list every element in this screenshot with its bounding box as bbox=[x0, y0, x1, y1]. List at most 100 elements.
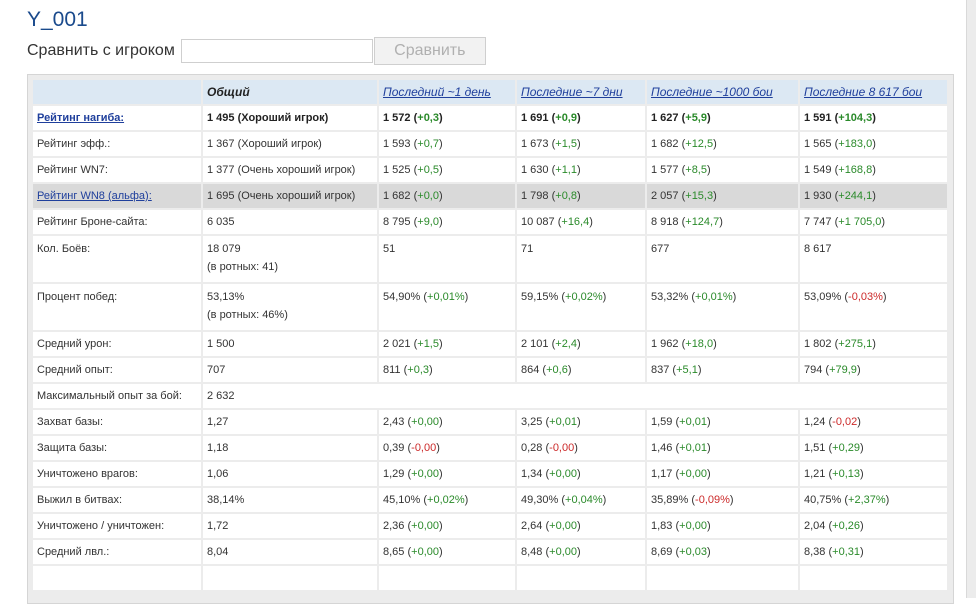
cell-value: 1 930 bbox=[804, 190, 832, 202]
cell-k1000: 1 962 (+18,0) bbox=[645, 330, 800, 358]
row-label-link[interactable]: Рейтинг нагиба: bbox=[37, 112, 124, 124]
cell-value: 38,14% bbox=[207, 494, 245, 506]
cell-value: 59,15% bbox=[521, 291, 559, 303]
cell-delta: +0,7 bbox=[417, 138, 439, 150]
cell-value: 1,34 bbox=[521, 468, 543, 480]
empty-cell bbox=[377, 564, 517, 592]
cell-delta: +0,01% bbox=[427, 291, 465, 303]
cell-day: 1 525 (+0,5) bbox=[377, 156, 517, 184]
cell-k1000: 2 057 (+15,3) bbox=[645, 182, 800, 210]
cell-delta: +183,0 bbox=[838, 138, 873, 150]
cell-value: 1,27 bbox=[207, 416, 229, 428]
cell-k1000: 1,17 (+0,00) bbox=[645, 460, 800, 488]
header-label-col bbox=[31, 78, 203, 106]
cell-value: 2 021 bbox=[383, 338, 411, 350]
cell-delta: -0,02 bbox=[832, 416, 858, 428]
cell-value: 10 087 bbox=[521, 216, 555, 228]
cell-all: 8,38 (+0,31) bbox=[798, 538, 949, 566]
cell-overall: 8,04 bbox=[201, 538, 379, 566]
cell-k1000: 1 682 (+12,5) bbox=[645, 130, 800, 158]
cell-value: 837 bbox=[651, 364, 670, 376]
cell-all: 1 930 (+244,1) bbox=[798, 182, 949, 210]
row-label: Защита базы: bbox=[31, 434, 203, 462]
cell-value: 1 549 bbox=[804, 164, 832, 176]
cell-all: 1,24 (-0,02) bbox=[798, 408, 949, 436]
row-label: Уничтожено врагов: bbox=[31, 460, 203, 488]
cell-day: 2,36 (+0,00) bbox=[377, 512, 517, 540]
cell-value: 8,48 bbox=[521, 546, 543, 558]
cell-k1000: 1,83 (+0,00) bbox=[645, 512, 800, 540]
cell-value: 1,29 bbox=[383, 468, 405, 480]
cell-overall: 1 695 (Очень хороший игрок) bbox=[201, 182, 379, 210]
cell-overall: 2 632 bbox=[201, 382, 949, 410]
compare-player-input[interactable] bbox=[180, 39, 373, 63]
table-row: Рейтинг нагиба: 1 495 (Хороший игрок) 1 57… bbox=[31, 104, 949, 132]
cell-value: 8 795 bbox=[383, 216, 411, 228]
cell-value: 1 682 bbox=[651, 138, 679, 150]
cell-week: 8,48 (+0,00) bbox=[515, 538, 647, 566]
table-row: Захват базы: 1,27 2,43 (+0,00) 3,25 (+0,01)… bbox=[31, 408, 949, 436]
cell-value: 8,69 bbox=[651, 546, 673, 558]
compare-button[interactable]: Сравнить bbox=[373, 37, 486, 65]
cell-week: 1 673 (+1,5) bbox=[515, 130, 647, 158]
cell-day: 1 593 (+0,7) bbox=[377, 130, 517, 158]
cell-value: 707 bbox=[207, 364, 226, 376]
cell-all: 1,21 (+0,13) bbox=[798, 460, 949, 488]
cell-value: 2,04 bbox=[804, 520, 826, 532]
cell-delta: +0,01 bbox=[549, 416, 577, 428]
cell-delta: +104,3 bbox=[838, 112, 873, 124]
header-1000-link[interactable]: Последние ~1000 бои bbox=[651, 85, 773, 99]
header-week-link[interactable]: Последние ~7 дни bbox=[521, 85, 623, 99]
cell-all: 8 617 bbox=[798, 234, 949, 284]
row-label: Процент побед: bbox=[31, 282, 203, 332]
header-1000: Последние ~1000 бои bbox=[645, 78, 800, 106]
cell-delta: +0,00 bbox=[411, 546, 439, 558]
cell-value: 1 525 bbox=[383, 164, 411, 176]
cell-delta: +18,0 bbox=[685, 338, 714, 350]
cell-delta: +12,5 bbox=[685, 138, 714, 150]
cell-value: 811 bbox=[383, 364, 401, 376]
cell-value: 1 682 bbox=[383, 190, 411, 202]
cell-value: 2 632 bbox=[207, 390, 235, 402]
cell-all: 1 549 (+168,8) bbox=[798, 156, 949, 184]
row-label: Выжил в битвах: bbox=[31, 486, 203, 514]
cell-value: 1 630 bbox=[521, 164, 549, 176]
table-row: Рейтинг WN7: 1 377 (Очень хороший игрок) 1… bbox=[31, 156, 949, 184]
cell-delta: +124,7 bbox=[685, 216, 720, 228]
cell-k1000: 1,59 (+0,01) bbox=[645, 408, 800, 436]
cell-value: 1 591 bbox=[804, 112, 832, 124]
cell-value: 1 593 bbox=[383, 138, 411, 150]
cell-k1000: 1 627 (+5,9) bbox=[645, 104, 800, 132]
cell-delta: +244,1 bbox=[838, 190, 873, 202]
cell-day: 1,29 (+0,00) bbox=[377, 460, 517, 488]
cell-all: 1 565 (+183,0) bbox=[798, 130, 949, 158]
cell-value: 2 101 bbox=[521, 338, 549, 350]
cell-all: 1,51 (+0,29) bbox=[798, 434, 949, 462]
cell-delta: +0,04% bbox=[565, 494, 603, 506]
table-row: Максимальный опыт за бой: 2 632 bbox=[31, 382, 949, 410]
cell-delta: +0,6 bbox=[546, 364, 568, 376]
cell-value: 49,30% bbox=[521, 494, 559, 506]
row-label-link[interactable]: Рейтинг WN8 (альфа): bbox=[37, 190, 152, 202]
cell-delta: +0,3 bbox=[407, 364, 429, 376]
cell-day: 811 (+0,3) bbox=[377, 356, 517, 384]
cell-overall: 1 367 (Хороший игрок) bbox=[201, 130, 379, 158]
header-day-link[interactable]: Последний ~1 день bbox=[383, 85, 491, 99]
cell-overall: 1,72 bbox=[201, 512, 379, 540]
cell-week: 71 bbox=[515, 234, 647, 284]
table-row: Рейтинг Броне-сайта: 6 035 8 795 (+9,0) 10 … bbox=[31, 208, 949, 236]
stats-header-row: Общий Последний ~1 день Последние ~7 дни… bbox=[31, 78, 949, 106]
cell-value: 1 565 bbox=[804, 138, 832, 150]
cell-value: 8,65 bbox=[383, 546, 405, 558]
header-all-link[interactable]: Последние 8 617 бои bbox=[804, 85, 922, 99]
cell-value: 2,64 bbox=[521, 520, 543, 532]
cell-delta: +0,29 bbox=[832, 442, 860, 454]
cell-value: 1,17 bbox=[651, 468, 673, 480]
cell-value: 0,39 bbox=[383, 442, 405, 454]
table-row: Средний урон: 1 500 2 021 (+1,5) 2 101 (+2,… bbox=[31, 330, 949, 358]
row-label: Захват базы: bbox=[31, 408, 203, 436]
cell-overall: 53,13% (в ротных: 46%) bbox=[201, 282, 379, 332]
cell-all: 7 747 (+1 705,0) bbox=[798, 208, 949, 236]
cell-delta: +0,00 bbox=[679, 468, 707, 480]
cell-day: 2,43 (+0,00) bbox=[377, 408, 517, 436]
